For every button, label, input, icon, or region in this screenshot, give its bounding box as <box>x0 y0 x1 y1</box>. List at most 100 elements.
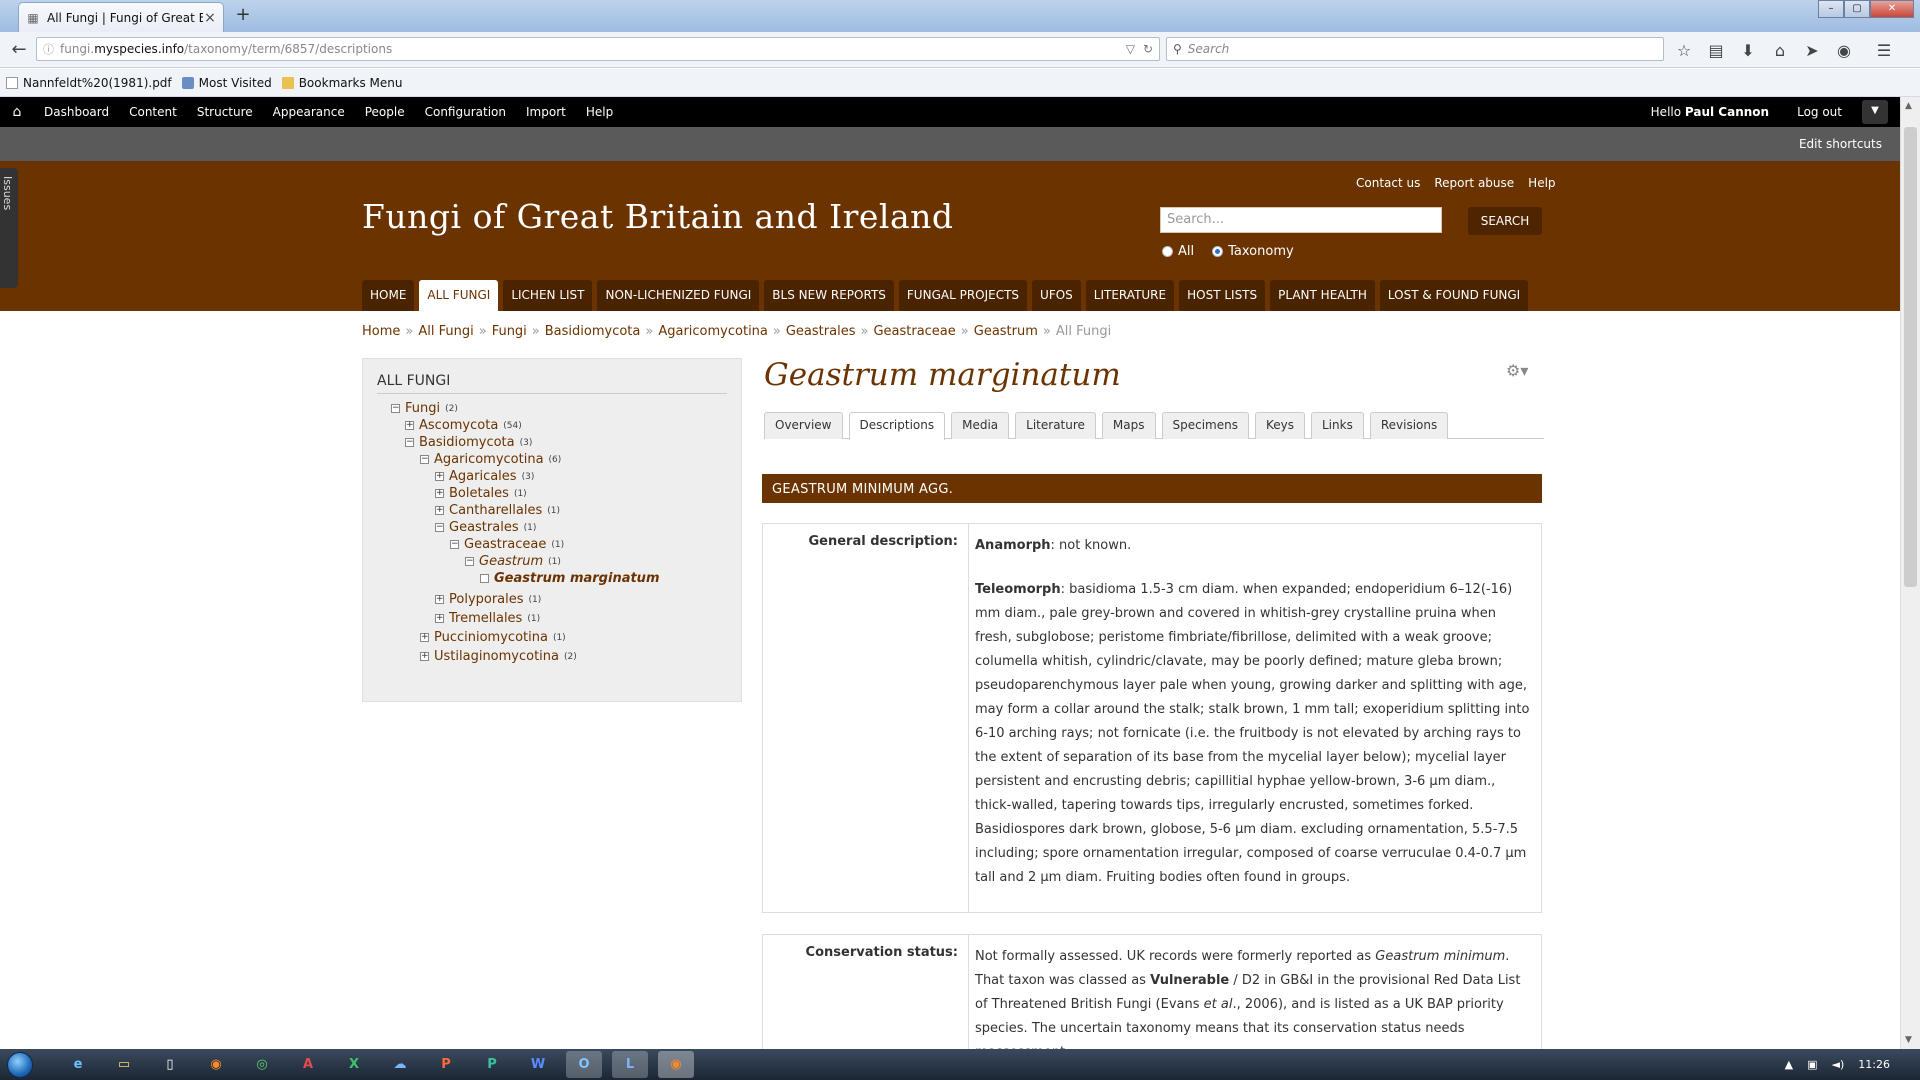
tree-link[interactable]: Geastrales <box>449 520 519 535</box>
reload-icon[interactable]: ↻ <box>1143 42 1153 56</box>
admin-dashboard[interactable]: Dashboard <box>34 105 119 119</box>
menu-plant-health[interactable]: PLANT HEALTH <box>1270 280 1375 311</box>
expand-icon[interactable]: + <box>435 472 444 481</box>
bookmark-menu[interactable]: Bookmarks Menu <box>281 76 403 90</box>
home-icon[interactable]: ⌂ <box>1766 37 1794 63</box>
breadcrumb-geastrum[interactable]: Geastrum <box>974 324 1038 339</box>
user-name[interactable]: Paul Cannon <box>1685 105 1769 119</box>
tab-maps[interactable]: Maps <box>1101 412 1156 439</box>
send-icon[interactable]: ➤ <box>1798 37 1826 63</box>
admin-configuration[interactable]: Configuration <box>415 105 516 119</box>
scroll-down-icon[interactable]: ▼ <box>1905 1035 1912 1045</box>
site-title[interactable]: Fungi of Great Britain and Ireland <box>362 197 954 236</box>
collapse-icon[interactable]: − <box>465 557 474 566</box>
tree-link[interactable]: Geastrum <box>479 554 543 569</box>
download-icon[interactable]: ⬇ <box>1734 37 1762 63</box>
tab-literature[interactable]: Literature <box>1015 412 1096 439</box>
bookmark-pdf[interactable]: Nannfeldt%20(1981).pdf <box>6 76 172 90</box>
menu-literature[interactable]: LITERATURE <box>1085 280 1175 311</box>
tree-link[interactable]: Polyporales <box>449 592 524 607</box>
publisher-icon[interactable]: P <box>474 1051 510 1078</box>
word-icon[interactable]: W <box>520 1051 556 1078</box>
menu-lost-found-fungi[interactable]: LOST & FOUND FUNGI <box>1379 280 1529 311</box>
menu-non-lichenized-fungi[interactable]: NON-LICHENIZED FUNGI <box>597 280 760 311</box>
acrobat-icon[interactable]: A <box>290 1051 326 1078</box>
menu-bls-new-reports[interactable]: BLS NEW REPORTS <box>764 280 894 311</box>
radio-taxonomy-circle[interactable] <box>1212 246 1224 257</box>
radio-taxonomy[interactable]: Taxonomy <box>1212 244 1294 259</box>
network-icon[interactable]: ▣ <box>1807 1058 1817 1071</box>
collapse-icon[interactable]: − <box>391 404 400 413</box>
lync-icon[interactable]: L <box>612 1051 648 1078</box>
dropdown-arrow-icon[interactable]: ▽ <box>1126 42 1135 56</box>
collapse-icon[interactable]: − <box>450 540 459 549</box>
menu-lichen-list[interactable]: LICHEN LIST <box>503 280 593 311</box>
close-tab-icon[interactable]: × <box>203 10 217 26</box>
browser-search-input[interactable]: ⚲ Search <box>1166 37 1664 61</box>
bookmarks-list-icon[interactable]: ▤ <box>1702 37 1730 63</box>
tree-link[interactable]: Agaricales <box>449 469 517 484</box>
breadcrumb-all-fungi[interactable]: All Fungi <box>418 324 473 339</box>
expand-icon[interactable]: + <box>420 652 429 661</box>
minimize-button[interactable]: – <box>1818 0 1844 18</box>
tree-link[interactable]: Boletales <box>449 486 509 501</box>
menu-fungal-projects[interactable]: FUNGAL PROJECTS <box>898 280 1028 311</box>
new-tab-button[interactable]: + <box>232 5 254 27</box>
tab-specimens[interactable]: Specimens <box>1161 412 1249 439</box>
bookmark-star-icon[interactable]: ☆ <box>1670 37 1698 63</box>
breadcrumb-fungi[interactable]: Fungi <box>492 324 527 339</box>
tab-overview[interactable]: Overview <box>764 412 843 439</box>
tray-expand-icon[interactable]: ▲ <box>1785 1058 1793 1071</box>
tab-descriptions[interactable]: Descriptions <box>848 412 946 440</box>
firefox-active-icon[interactable]: ◉ <box>658 1051 694 1078</box>
admin-import[interactable]: Import <box>516 105 576 119</box>
scroll-up-icon[interactable]: ▲ <box>1905 101 1912 111</box>
tab-links[interactable]: Links <box>1311 412 1364 439</box>
back-arrow-icon[interactable]: ← <box>6 37 32 63</box>
page-info-icon[interactable]: ⓘ <box>43 41 54 57</box>
close-window-button[interactable]: ✕ <box>1870 0 1914 18</box>
breadcrumb-home[interactable]: Home <box>362 324 400 339</box>
expand-icon[interactable]: + <box>435 489 444 498</box>
menu-host-lists[interactable]: HOST LISTS <box>1179 280 1266 311</box>
admin-people[interactable]: People <box>355 105 415 119</box>
menu-all-fungi[interactable]: ALL FUNGI <box>419 280 499 311</box>
tree-link[interactable]: Agaricomycotina <box>434 452 544 467</box>
logout-link[interactable]: Log out <box>1783 105 1856 119</box>
tab-revisions[interactable]: Revisions <box>1369 412 1449 439</box>
tree-current[interactable]: Geastrum marginatum <box>494 571 659 586</box>
tree-link[interactable]: Geastraceae <box>464 537 546 552</box>
menu-ufos[interactable]: UFOS <box>1032 280 1081 311</box>
radio-all[interactable]: All <box>1162 244 1194 259</box>
page-scrollbar[interactable]: ▲ ▼ <box>1900 97 1920 1049</box>
site-search-button[interactable]: SEARCH <box>1468 207 1542 235</box>
admin-help[interactable]: Help <box>576 105 623 119</box>
url-bar[interactable]: ⓘ fungi.myspecies.info/taxonomy/term/685… <box>36 37 1160 61</box>
volume-icon[interactable]: ◄) <box>1832 1058 1845 1071</box>
admin-appearance[interactable]: Appearance <box>263 105 355 119</box>
issues-side-tab[interactable]: Issues <box>0 168 18 288</box>
breadcrumb-agaricomycotina[interactable]: Agaricomycotina <box>658 324 768 339</box>
collapse-icon[interactable]: − <box>435 523 444 532</box>
expand-icon[interactable]: + <box>435 614 444 623</box>
edit-shortcuts-link[interactable]: Edit shortcuts <box>1799 137 1882 151</box>
tree-link[interactable]: Ascomycota <box>419 418 498 433</box>
chrome-icon[interactable]: ◎ <box>244 1051 280 1078</box>
tab-media[interactable]: Media <box>951 412 1010 439</box>
breadcrumb-basidiomycota[interactable]: Basidiomycota <box>545 324 641 339</box>
clock[interactable]: 11:26 <box>1858 1058 1890 1071</box>
outlook-icon[interactable]: O <box>566 1051 602 1078</box>
site-search-input[interactable]: Search... <box>1160 207 1442 233</box>
shortcuts-toggle-icon[interactable]: ▼ <box>1862 100 1888 124</box>
expand-icon[interactable]: + <box>435 506 444 515</box>
gear-icon[interactable]: ⚙▾ <box>1506 361 1528 380</box>
tree-link[interactable]: Fungi <box>405 401 440 416</box>
tree-link[interactable]: Tremellales <box>449 611 522 626</box>
admin-home-icon[interactable]: ⌂ <box>0 104 34 120</box>
expand-icon[interactable]: + <box>405 421 414 430</box>
tab-keys[interactable]: Keys <box>1254 412 1305 439</box>
report-abuse-link[interactable]: Report abuse <box>1434 176 1514 190</box>
admin-content[interactable]: Content <box>119 105 187 119</box>
browser-tab[interactable]: ▦ All Fungi | Fungi of Great B... × <box>18 2 224 32</box>
expand-icon[interactable]: + <box>420 633 429 642</box>
